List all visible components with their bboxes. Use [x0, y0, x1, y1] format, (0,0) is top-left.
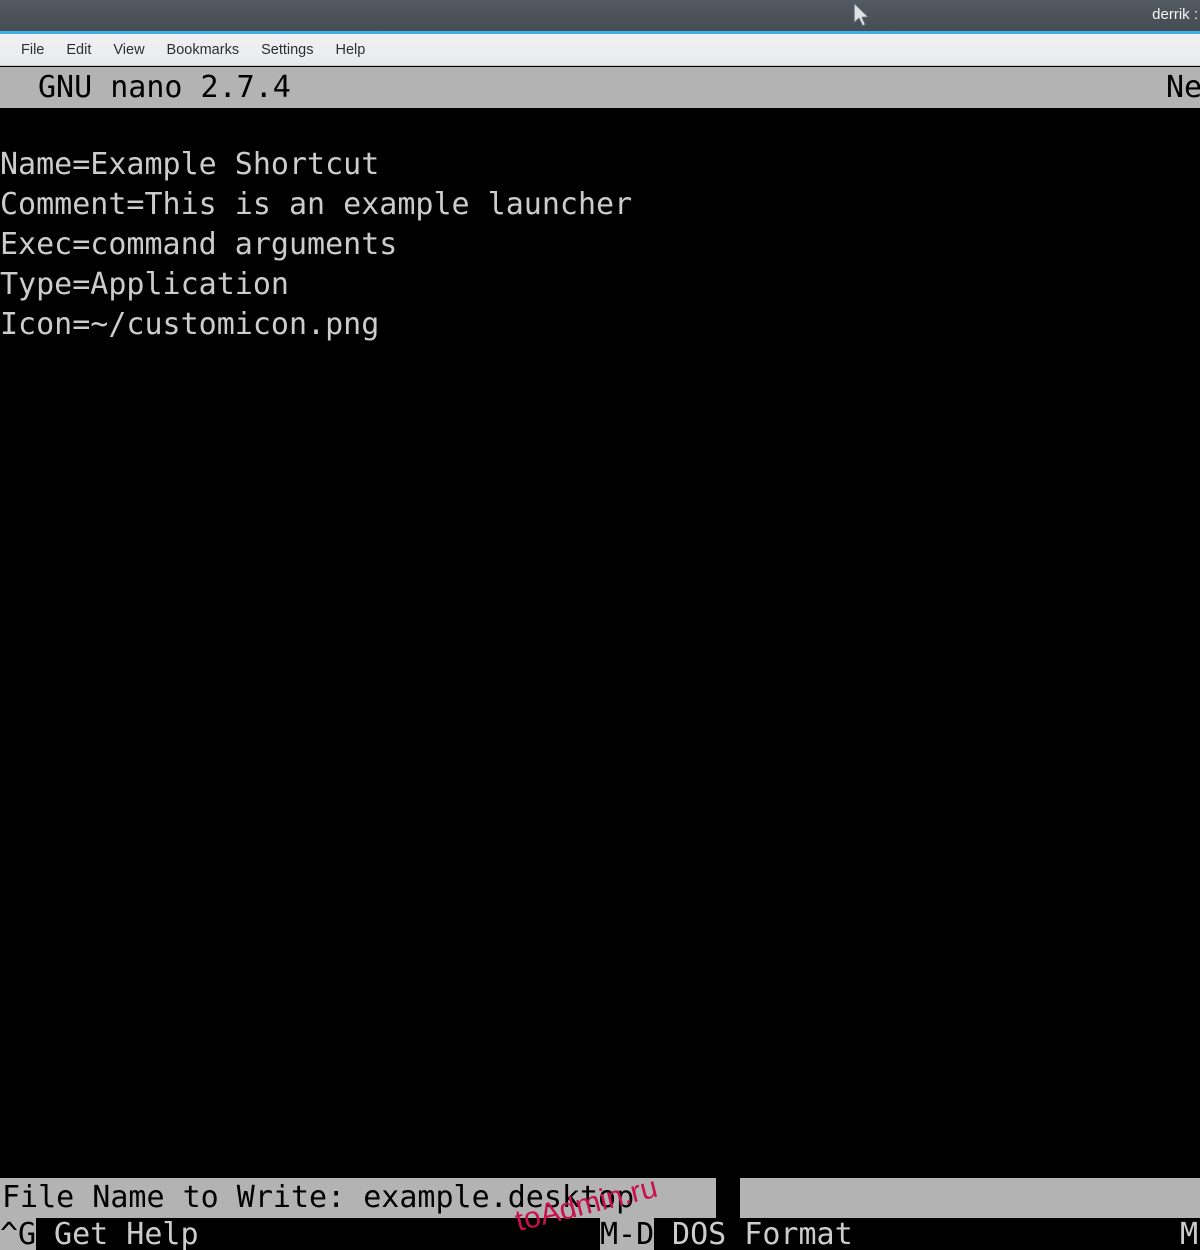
editor-line: Icon=~/customicon.png	[0, 307, 380, 342]
editor-line: Type=Application	[0, 267, 289, 302]
menubar: File Edit View Bookmarks Settings Help	[0, 34, 1200, 66]
nano-prompt-bar[interactable]: File Name to Write: example.desktop	[0, 1178, 1200, 1218]
menu-item-help[interactable]: Help	[324, 38, 376, 62]
terminal-viewport[interactable]: GNU nano 2.7.4 Ne Name=Example Shortcut …	[0, 67, 1200, 1250]
shortcut-combo-get-help[interactable]: ^G	[0, 1218, 37, 1250]
nano-header-bar: GNU nano 2.7.4 Ne	[0, 67, 1200, 108]
menu-item-bookmarks[interactable]: Bookmarks	[156, 38, 251, 62]
nano-prompt-text: File Name to Write: example.desktop	[2, 1180, 635, 1215]
editor-line: Name=Example Shortcut	[0, 147, 380, 182]
shortcut-label-dos-format[interactable]: DOS Format	[654, 1218, 853, 1250]
mouse-pointer-icon	[852, 2, 872, 30]
shortcut-label-get-help[interactable]: Get Help	[36, 1218, 199, 1250]
nano-buffer-label: Ne	[1166, 70, 1200, 105]
text-cursor	[716, 1178, 740, 1218]
window-title: derrik :	[1152, 6, 1198, 23]
menu-item-file[interactable]: File	[10, 38, 55, 62]
menu-item-settings[interactable]: Settings	[250, 38, 324, 62]
editor-line: Comment=This is an example launcher	[0, 187, 633, 222]
shortcut-combo-dos-format[interactable]: M-D	[600, 1218, 655, 1250]
menu-item-edit[interactable]: Edit	[55, 38, 102, 62]
nano-version-label: GNU nano 2.7.4	[38, 70, 291, 105]
shortcut-combo-truncated[interactable]: M	[1180, 1218, 1198, 1250]
nano-shortcut-bar: ^G Get Help M-D DOS Format M	[0, 1218, 1200, 1250]
window-titlebar[interactable]: derrik :	[0, 0, 1200, 31]
nano-editor-text[interactable]: Name=Example Shortcut Comment=This is an…	[0, 145, 1200, 345]
menu-item-view[interactable]: View	[102, 38, 155, 62]
editor-line: Exec=command arguments	[0, 227, 398, 262]
